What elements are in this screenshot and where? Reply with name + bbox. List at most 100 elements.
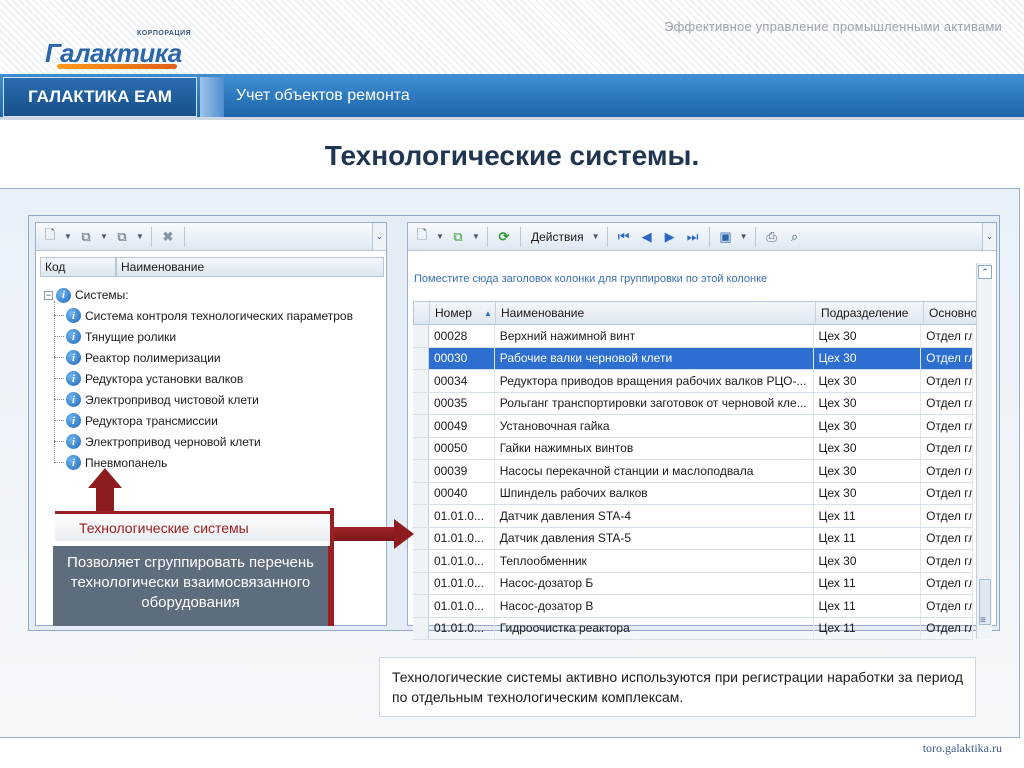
- row-indicator[interactable]: [413, 527, 429, 549]
- tree-item[interactable]: i Тянущие ролики: [44, 326, 353, 347]
- table-row[interactable]: 00049 Установочная гайка Цех 30 Отдел гл: [413, 415, 973, 438]
- row-indicator[interactable]: [413, 392, 429, 414]
- table-row[interactable]: 00039 Насосы перекачной станции и маслопо…: [413, 460, 973, 483]
- tree-item[interactable]: i Электропривод черновой клети: [44, 431, 353, 452]
- row-indicator[interactable]: [413, 437, 429, 459]
- new-dropdown-arrow-icon[interactable]: ▼: [63, 232, 73, 241]
- cell-department: Цех 30: [814, 482, 922, 504]
- first-record-icon[interactable]: ⏮: [614, 227, 634, 247]
- row-indicator[interactable]: [413, 572, 429, 594]
- grid-col-name[interactable]: Наименование: [496, 302, 816, 324]
- row-indicator[interactable]: [413, 415, 429, 437]
- grid-body: 00028 Верхний нажимной винт Цех 30 Отдел гл…: [413, 325, 973, 640]
- cell-department: Цех 30: [814, 460, 922, 482]
- collapse-icon[interactable]: −: [44, 290, 53, 300]
- cell-base: Отдел гл: [921, 347, 973, 369]
- table-row[interactable]: 01.01.0... Датчик давления STA-5 Цех 11 Отд…: [413, 527, 973, 550]
- table-row[interactable]: 00050 Гайки нажимных винтов Цех 30 Отдел гл: [413, 437, 973, 460]
- table-row[interactable]: 01.01.0... Теплообменник Цех 30 Отдел гл: [413, 550, 973, 573]
- tree-item[interactable]: i Электропривод чистовой клети: [44, 389, 353, 410]
- cell-name: Установочная гайка: [495, 415, 814, 437]
- actions-menu-button[interactable]: Действия: [527, 230, 588, 244]
- delete-icon[interactable]: ✖: [158, 227, 178, 247]
- row-indicator[interactable]: [413, 370, 429, 392]
- sort-ascending-icon: ▲: [483, 308, 492, 318]
- grid-vertical-scrollbar[interactable]: ⌃ ≡: [976, 263, 992, 639]
- paste-dropdown-arrow-icon[interactable]: ▼: [135, 232, 145, 241]
- cell-department: Цех 30: [814, 415, 922, 437]
- toolbar-overflow-icon[interactable]: ⌄: [982, 223, 996, 250]
- table-row[interactable]: 01.01.0... Датчик давления STA-4 Цех 11 Отд…: [413, 505, 973, 528]
- row-indicator[interactable]: [413, 595, 429, 617]
- grid-col-base[interactable]: Основно: [924, 302, 976, 324]
- tree-col-name[interactable]: Наименование: [116, 257, 384, 277]
- row-indicator[interactable]: [413, 347, 429, 369]
- cell-department: Цех 11: [814, 572, 922, 594]
- footer-url[interactable]: toro.galaktika.ru: [923, 741, 1002, 756]
- row-indicator-header: [414, 302, 430, 324]
- cell-number: 01.01.0...: [429, 505, 495, 527]
- row-indicator[interactable]: [413, 505, 429, 527]
- save-icon[interactable]: ▣: [716, 227, 736, 247]
- add-copy-icon[interactable]: ⧉: [448, 227, 468, 247]
- tree-root-node[interactable]: − i Системы:: [44, 285, 353, 305]
- tree-col-code[interactable]: Код: [40, 257, 116, 277]
- scroll-up-icon[interactable]: ⌃: [978, 265, 992, 279]
- cell-name: Редуктора приводов вращения рабочих валк…: [495, 370, 814, 392]
- table-row[interactable]: 00030 Рабочие валки черновой клети Цех 30 О…: [413, 347, 973, 370]
- table-row[interactable]: 01.01.0... Насос-дозатор Б Цех 11 Отдел гл: [413, 572, 973, 595]
- toolbar-divider: [520, 226, 521, 247]
- cell-name: Насос-дозатор В: [495, 595, 814, 617]
- group-by-hint[interactable]: Поместите сюда заголовок колонки для гру…: [414, 273, 767, 285]
- table-row[interactable]: 00028 Верхний нажимной винт Цех 30 Отдел гл: [413, 325, 973, 348]
- table-row[interactable]: 01.01.0... Насос-дозатор В Цех 11 Отдел гл: [413, 595, 973, 618]
- copy-icon[interactable]: ⧉: [76, 227, 96, 247]
- grid-col-number-label: Номер: [435, 306, 472, 320]
- toolbar-divider: [487, 226, 488, 247]
- row-indicator[interactable]: [413, 325, 429, 347]
- cell-number: 00035: [429, 392, 495, 414]
- previous-record-icon[interactable]: ◀: [637, 227, 657, 247]
- row-indicator[interactable]: [413, 550, 429, 572]
- cell-number: 00034: [429, 370, 495, 392]
- row-indicator[interactable]: [413, 460, 429, 482]
- toolbar-overflow-icon[interactable]: ⌄: [372, 223, 386, 250]
- nav-separator: [200, 77, 224, 117]
- tree-item[interactable]: i Реактор полимеризации: [44, 347, 353, 368]
- tree-item[interactable]: i Редуктора трансмиссии: [44, 410, 353, 431]
- grid-col-number[interactable]: Номер ▲: [430, 302, 496, 324]
- tree-item-label: Редуктора трансмиссии: [85, 413, 218, 428]
- tree-item-label: Реактор полимеризации: [85, 350, 221, 365]
- table-row[interactable]: 00034 Редуктора приводов вращения рабочих…: [413, 370, 973, 393]
- tree-item-label: Электропривод черновой клети: [85, 434, 261, 449]
- next-record-icon[interactable]: ▶: [660, 227, 680, 247]
- tree-item[interactable]: i Редуктора установки валков: [44, 368, 353, 389]
- table-row[interactable]: 00040 Шпиндель рабочих валков Цех 30 Отдел …: [413, 482, 973, 505]
- actions-dropdown-arrow-icon[interactable]: ▼: [591, 232, 601, 241]
- print-icon[interactable]: ⎙: [762, 227, 782, 247]
- new-document-icon[interactable]: 🗋: [40, 227, 60, 247]
- new-document-icon[interactable]: 🗋: [412, 227, 432, 247]
- last-record-icon[interactable]: ⏭: [683, 227, 703, 247]
- add-dropdown-arrow-icon[interactable]: ▼: [471, 232, 481, 241]
- copy-dropdown-arrow-icon[interactable]: ▼: [99, 232, 109, 241]
- table-row[interactable]: 01.01.0... Гидроочистка реактора Цех 11 Отд…: [413, 617, 973, 640]
- toolbar-divider: [151, 226, 152, 247]
- cell-base: Отдел гл: [921, 617, 973, 639]
- paste-icon[interactable]: ⧉: [112, 227, 132, 247]
- row-indicator[interactable]: [413, 482, 429, 504]
- tree-item[interactable]: i Система контроля технологических параме…: [44, 305, 353, 326]
- new-dropdown-arrow-icon[interactable]: ▼: [435, 232, 445, 241]
- row-indicator[interactable]: [413, 617, 429, 639]
- tree-toolbar: 🗋 ▼ ⧉ ▼ ⧉ ▼ ✖ ⌄: [36, 223, 386, 251]
- table-row[interactable]: 00035 Рольганг транспортировки заготовок …: [413, 392, 973, 415]
- info-icon: i: [66, 413, 81, 428]
- callout-description: Позволяет сгруппировать перечень техноло…: [53, 546, 331, 626]
- cell-number: 00050: [429, 437, 495, 459]
- grid-col-department[interactable]: Подразделение: [816, 302, 924, 324]
- nav-product-tab[interactable]: ГАЛАКТИКА ЕАМ: [3, 77, 197, 117]
- search-icon[interactable]: ⌕: [785, 227, 805, 247]
- refresh-icon[interactable]: ⟳: [494, 227, 514, 247]
- tree-item-label: Система контроля технологических парамет…: [85, 308, 353, 323]
- save-dropdown-arrow-icon[interactable]: ▼: [739, 232, 749, 241]
